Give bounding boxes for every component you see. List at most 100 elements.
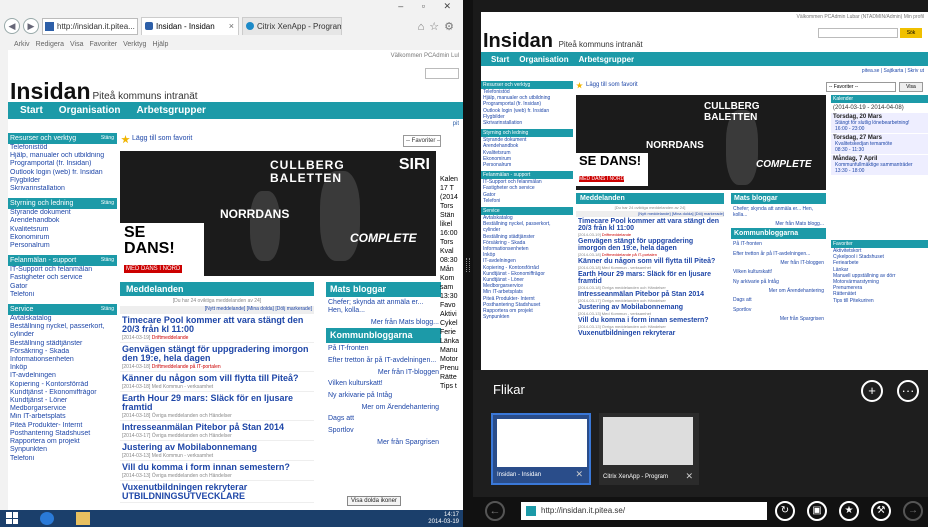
- url-input[interactable]: http://insidan.it.pitea.se/: [521, 502, 767, 520]
- banner-image[interactable]: CULLBERG BALETTEN NORRDANS SE DANS! MED DA…: [120, 151, 436, 276]
- add-favorite-link[interactable]: Lägg till som favorit: [576, 82, 638, 89]
- visa-button[interactable]: Visa: [899, 82, 923, 92]
- forward-icon[interactable]: →: [903, 501, 923, 521]
- sidebar-link[interactable]: Rapportera om projekt: [8, 438, 117, 446]
- search-button[interactable]: Sök: [900, 28, 922, 38]
- sidebar-link[interactable]: Min IT-arbetsplats: [8, 413, 117, 421]
- close-tab-icon[interactable]: ×: [229, 18, 234, 35]
- address-bar[interactable]: http://insidan.it.pitea...: [42, 17, 138, 35]
- news-title[interactable]: Vill du komma i form innan semestern?: [122, 463, 314, 472]
- back-icon[interactable]: ←: [485, 501, 505, 521]
- nav-start[interactable]: Start: [491, 55, 509, 64]
- calendar-event[interactable]: Torsdag, 27 Mars Kvalitetskedjan temamöte…: [831, 134, 928, 154]
- tab-citrix[interactable]: Citrix XenApp - Program: [242, 17, 342, 35]
- kommun-post-title[interactable]: Dags att: [326, 413, 441, 425]
- sidebar-link[interactable]: Fastigheter och service: [8, 274, 117, 282]
- news-title[interactable]: Earth Hour 29 mars: Släck för en ljusare…: [122, 394, 314, 412]
- news-title[interactable]: Intresseanmälan Pitebor på Stan 2014: [576, 290, 724, 298]
- sidebar-link[interactable]: Beställning nyckel, passerkort,: [8, 323, 117, 331]
- sidebar-link[interactable]: Medborgarservice: [8, 405, 117, 413]
- sidebar-link[interactable]: Telefoni: [8, 291, 117, 299]
- kommun-post-text[interactable]: Sportlov: [731, 305, 826, 315]
- favorites-select[interactable]: -- Favoriter --: [403, 135, 441, 147]
- stang-link[interactable]: Stäng: [101, 198, 114, 209]
- news-title[interactable]: Genvägen stängt för uppgradering imorgon…: [122, 345, 314, 363]
- explorer-taskbar-icon[interactable]: [76, 512, 90, 525]
- kommun-more-link[interactable]: Mer från Spargrisen: [326, 437, 441, 448]
- mats-more-link[interactable]: Mer från Mats blogg...: [731, 220, 826, 228]
- favorite-star-icon[interactable]: ★: [839, 501, 859, 521]
- kommun-more-link[interactable]: Mer från Spargrisen: [731, 315, 826, 323]
- tabs-icon[interactable]: ▣: [807, 501, 827, 521]
- forward-icon[interactable]: ▶: [23, 18, 39, 34]
- news-title[interactable]: Intresseanmälan Pitebor på Stan 2014: [122, 423, 314, 432]
- divider-grip-icon[interactable]: [466, 258, 470, 272]
- news-title[interactable]: Timecare Pool kommer att vara stängt den…: [576, 217, 724, 232]
- system-tray[interactable]: 14:17 2014-03-19: [428, 512, 459, 526]
- nav-arbetsgrupper[interactable]: Arbetsgrupper: [579, 55, 635, 64]
- kommun-post-text[interactable]: Ny arkivarie på Intåg: [731, 277, 826, 287]
- sidebar-link[interactable]: Informationsenheten: [8, 356, 117, 364]
- news-title[interactable]: Känner du någon som vill flytta till Pit…: [576, 257, 724, 265]
- sub-link[interactable]: pit: [453, 121, 459, 127]
- sidebar-link[interactable]: Outlook login (web) fr. Insidan: [8, 169, 117, 177]
- stang-link[interactable]: Stäng: [101, 133, 114, 144]
- sidebar-link[interactable]: Gator: [8, 283, 117, 291]
- kommun-post-text[interactable]: Efter tretton år på IT-avdelningen...: [326, 355, 441, 367]
- ie-taskbar-icon[interactable]: [40, 512, 54, 525]
- window-controls[interactable]: – ▫ ✕: [398, 1, 459, 12]
- add-favorite-link[interactable]: Lägg till som favorit: [132, 135, 192, 142]
- sidebar-link[interactable]: cylinder: [8, 331, 117, 339]
- close-tab-icon[interactable]: ✕: [575, 469, 583, 480]
- sidebar-link[interactable]: Ekonomirum: [8, 234, 117, 242]
- close-tab-icon[interactable]: ✕: [685, 471, 693, 482]
- calendar-event[interactable]: Torsdag, 20 Mars Stängt för slutlig löneb…: [831, 113, 928, 133]
- split-divider[interactable]: [463, 0, 473, 527]
- kommun-post-title[interactable]: På IT-fronten: [731, 239, 826, 249]
- site-logo[interactable]: Insidan Piteå kommuns intranät: [10, 78, 198, 105]
- nav-arbetsgrupper[interactable]: Arbetsgrupper: [136, 105, 205, 116]
- sidebar-link[interactable]: Telefoni: [481, 198, 573, 204]
- news-title[interactable]: Vill du komma i form innan semestern?: [576, 316, 724, 324]
- favorites-select[interactable]: -- Favoriter --: [826, 82, 896, 92]
- sidebar-link[interactable]: Kopiering - Kontorsförråd: [8, 381, 117, 389]
- tab-thumbnail[interactable]: Insidan - Insidan ✕: [491, 413, 591, 485]
- search-input[interactable]: [425, 68, 459, 79]
- news-title[interactable]: Justering av Mobilabonnemang: [122, 443, 314, 452]
- kommun-post-text[interactable]: Ny arkivarie på Intåg: [326, 390, 441, 402]
- sidebar-link[interactable]: Inköp: [8, 364, 117, 372]
- sidebar-link[interactable]: Kundtjänst - Löner: [8, 397, 117, 405]
- new-tab-plus-icon[interactable]: +: [861, 380, 883, 402]
- sidebar-link[interactable]: IT-avdelningen: [8, 372, 117, 380]
- kommun-post-title[interactable]: Vilken kulturskatt!: [731, 267, 826, 277]
- mats-more-link[interactable]: Mer från Mats blogg...: [326, 317, 441, 328]
- sidebar-link[interactable]: Telefoni: [8, 455, 117, 463]
- sidebar-link[interactable]: Kundtjänst - Ekonomiffrågor: [8, 389, 117, 397]
- kommun-post-text[interactable]: Efter tretton år på IT-avdelningen...: [731, 249, 826, 259]
- sidebar-link[interactable]: Telefonistöd: [8, 144, 117, 152]
- kommun-more-link[interactable]: Mer om Ärendehantering: [326, 402, 441, 413]
- messages-links[interactable]: [Nytt meddelande] [Mina dolda] [Dölj mar…: [120, 306, 314, 314]
- sidebar-link[interactable]: Hjälp, manualer och utbildning: [8, 152, 117, 160]
- sidebar-link[interactable]: IT-Support och felanmälan: [8, 266, 117, 274]
- windows-start-icon[interactable]: [6, 512, 18, 524]
- menu-verktyg[interactable]: Verktyg: [123, 41, 146, 48]
- menu-favoriter[interactable]: Favoriter: [89, 41, 117, 48]
- sub-links[interactable]: pitea.se | Sajtkarta | Skriv ut: [862, 68, 924, 74]
- page-tools-icon[interactable]: ⚒: [871, 501, 891, 521]
- sidebar-link[interactable]: Beställning städtjänster: [8, 340, 117, 348]
- mats-text[interactable]: Chefer; skynda att anmäla er... Hen, kol…: [326, 297, 441, 317]
- sidebar-link[interactable]: Ärendehandbok: [8, 217, 117, 225]
- sidebar-link[interactable]: Skrivarinstallation: [481, 120, 573, 126]
- stang-link[interactable]: Stäng: [101, 255, 114, 266]
- news-title[interactable]: Timecare Pool kommer att vara stängt den…: [122, 316, 314, 334]
- sidebar-link[interactable]: Kvalitetsrum: [8, 226, 117, 234]
- sidebar-link[interactable]: Personalrum: [8, 242, 117, 250]
- sidebar-link[interactable]: Synpunkten: [8, 446, 117, 454]
- tab-insidan[interactable]: Insidan - Insidan ×: [141, 17, 239, 35]
- kommun-more-link[interactable]: Mer om Ärendehantering: [731, 287, 826, 295]
- kommun-more-link[interactable]: Mer från IT-bloggen: [326, 367, 441, 378]
- search-input[interactable]: [818, 28, 898, 38]
- nav-start[interactable]: Start: [20, 105, 43, 116]
- sidebar-link[interactable]: Piteå Produkter- Internt: [8, 422, 117, 430]
